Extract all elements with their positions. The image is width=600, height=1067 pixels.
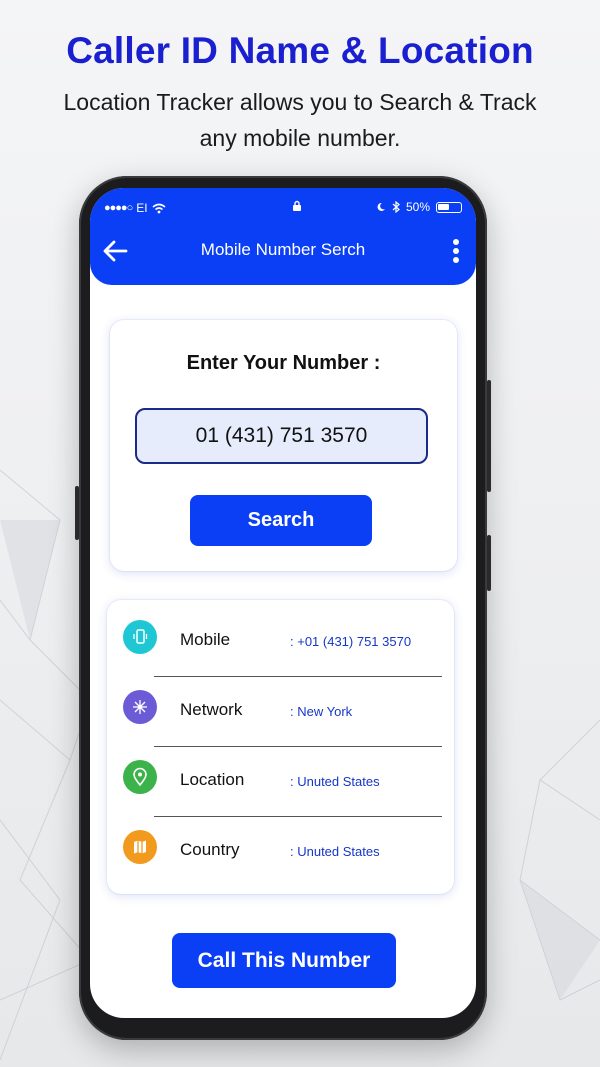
info-row-network: Network : New York [107,680,454,750]
status-right: 50% [376,200,462,214]
info-value-network: : New York [290,704,353,719]
wifi-icon [152,203,166,213]
moon-icon [377,202,385,211]
battery-percent: 50% [405,200,430,214]
enter-number-label: Enter Your Number : [186,352,381,374]
info-label-network: Network [180,700,243,719]
info-row-location: Location : Unuted States [107,750,454,820]
phone-screen: ●●●●○ EI 50% Mobile Number Serch Enter Y… [90,188,476,1018]
search-button[interactable]: Search [190,495,372,546]
call-this-number-button[interactable]: Call This Number [172,933,396,988]
info-label-country: Country [180,840,240,859]
promo-subline-line-1: Location Tracker allows you to Search & … [63,89,537,115]
info-card: Mobile : +01 (431) 751 3570 Network : Ne… [107,600,454,894]
info-divider [154,676,442,677]
promo-subline-line-2: any mobile number. [199,125,401,151]
more-vertical-icon [453,239,459,263]
battery-icon [436,201,462,213]
phone-side-button-left [75,486,79,540]
bluetooth-icon [392,201,400,213]
promo-subline: Location Tracker allows you to Search & … [30,84,570,156]
info-label-location: Location [180,770,245,789]
signal-icon: ●●●●○ [104,202,133,214]
phone-side-button-right-2 [487,535,491,591]
lock-icon [292,200,302,215]
carrier-label: EI [136,201,148,215]
info-row-country: Country : Unuted States [107,820,454,890]
network-icon [123,690,157,724]
location-pin-icon [123,760,157,794]
toolbar-title: Mobile Number Serch [200,240,366,259]
phone-side-button-right-1 [487,380,491,492]
search-card: Enter Your Number : 01 (431) 751 3570 Se… [110,320,457,571]
status-left: ●●●●○ EI [104,201,166,215]
info-divider [154,816,442,817]
overflow-menu-button[interactable] [448,238,464,266]
phone-number-input[interactable]: 01 (431) 751 3570 [135,408,428,464]
info-row-mobile: Mobile : +01 (431) 751 3570 [107,610,454,680]
phone-vibrate-icon [123,620,157,654]
info-divider [154,746,442,747]
info-label-mobile: Mobile [180,630,231,649]
info-value-location: : Unuted States [290,774,380,789]
app-bar: ●●●●○ EI 50% Mobile Number Serch [90,188,476,285]
info-value-country: : Unuted States [290,844,380,859]
promo-headline: Caller ID Name & Location [66,30,534,71]
info-value-mobile: : +01 (431) 751 3570 [290,634,412,649]
map-icon [123,830,157,864]
status-bar: ●●●●○ EI 50% [104,200,462,216]
